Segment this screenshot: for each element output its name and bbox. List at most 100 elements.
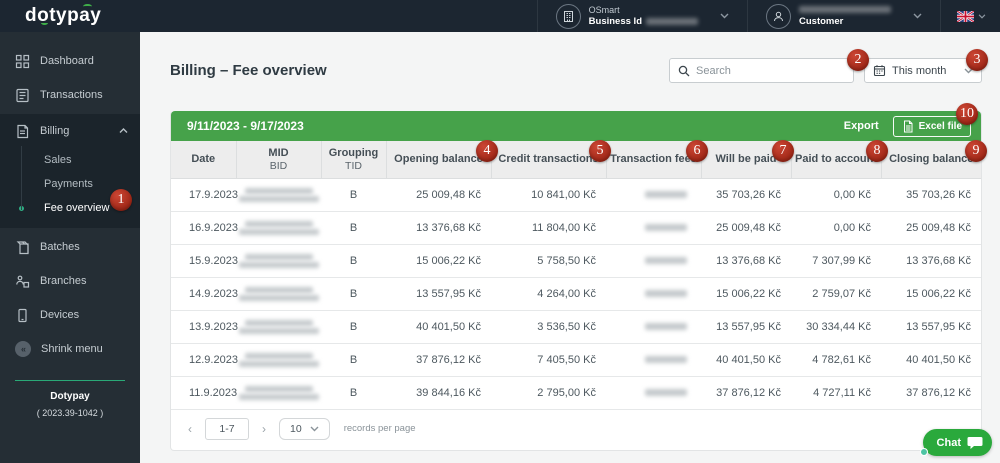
redacted-transaction-fees xyxy=(645,355,687,363)
sidebar-item-batches[interactable]: Batches xyxy=(0,230,140,264)
table-row[interactable]: 13.9.2023 B 40 401,50 Kč 3 536,50 Kč 13 557,… xyxy=(171,310,981,344)
table-row[interactable]: 17.9.2023 B 25 009,48 Kč 10 841,00 Kč 35 703… xyxy=(171,178,981,212)
cell-closing-balance: 13 376,68 Kč xyxy=(881,244,981,278)
search-box xyxy=(669,58,854,83)
cell-paid-to-account: 4 727,11 Kč xyxy=(791,376,881,410)
cell-date: 12.9.2023 xyxy=(171,343,238,377)
next-page-button[interactable]: › xyxy=(257,422,271,436)
cell-mid-bid xyxy=(236,343,321,377)
som-badge-8: 8 xyxy=(866,140,888,162)
table-header-row: Date MID BID Grouping TID Opening balance … xyxy=(171,141,981,179)
logo-green-dot xyxy=(41,21,48,25)
calendar-icon xyxy=(873,64,886,77)
cell-opening-balance: 39 844,16 Kč xyxy=(386,376,491,410)
table-row[interactable]: 16.9.2023 B 13 376,68 Kč 11 804,00 Kč 25 009… xyxy=(171,211,981,245)
sidebar-item-dashboard[interactable]: Dashboard xyxy=(0,44,140,78)
search-input[interactable] xyxy=(696,64,845,77)
excel-file-icon xyxy=(902,120,914,133)
col-mid-bid[interactable]: MID BID xyxy=(236,141,322,179)
cell-mid-bid xyxy=(236,310,321,344)
cell-mid-bid xyxy=(236,376,321,410)
devices-icon xyxy=(18,308,27,322)
cell-opening-balance: 13 557,95 Kč xyxy=(386,277,491,311)
cell-closing-balance: 13 557,95 Kč xyxy=(881,310,981,344)
cell-opening-balance: 13 376,68 Kč xyxy=(386,211,491,245)
cell-mid-bid xyxy=(236,244,321,278)
online-status-dot xyxy=(919,448,928,456)
cell-transaction-fees xyxy=(606,244,701,278)
period-value: This month xyxy=(892,64,947,77)
redacted-mid xyxy=(244,286,313,293)
cell-credit-transactions: 2 795,00 Kč xyxy=(491,376,606,410)
sidebar-item-transactions[interactable]: Transactions xyxy=(0,78,140,112)
cell-opening-balance: 15 006,22 Kč xyxy=(386,244,491,278)
som-badge-4: 4 xyxy=(476,140,498,162)
cell-opening-balance: 37 876,12 Kč xyxy=(386,343,491,377)
cell-paid-to-account: 0,00 Kč xyxy=(791,178,881,212)
col-grouping-tid[interactable]: Grouping TID xyxy=(321,141,387,179)
sidebar-version: ( 2023.39-1042 ) xyxy=(36,408,104,418)
chat-bubble-icon xyxy=(967,436,983,450)
cell-credit-transactions: 4 264,00 Kč xyxy=(491,277,606,311)
export-button[interactable]: Export xyxy=(844,120,879,132)
table-row[interactable]: 12.9.2023 B 37 876,12 Kč 7 405,50 Kč 40 401,… xyxy=(171,343,981,377)
cell-closing-balance: 35 703,26 Kč xyxy=(881,178,981,212)
redacted-mid xyxy=(244,319,313,326)
cell-transaction-fees xyxy=(606,178,701,212)
som-badge-6: 6 xyxy=(686,140,708,162)
redacted-transaction-fees xyxy=(645,289,687,297)
customer-role-label: Customer xyxy=(799,15,844,27)
customer-selector[interactable]: Customer xyxy=(747,0,940,32)
chevron-down-icon xyxy=(978,13,986,19)
chat-button[interactable]: Chat xyxy=(919,429,992,456)
period-select[interactable]: This month xyxy=(864,58,982,83)
cell-closing-balance: 37 876,12 Kč xyxy=(881,376,981,410)
sidebar-item-branches[interactable]: Branches xyxy=(0,264,140,298)
redacted-mid xyxy=(244,352,313,359)
cell-paid-to-account: 0,00 Kč xyxy=(791,211,881,245)
sidebar-item-sales[interactable]: Sales xyxy=(0,148,140,172)
sidebar-brand: Dotypay xyxy=(50,391,90,402)
cell-credit-transactions: 5 758,50 Kč xyxy=(491,244,606,278)
cell-date: 11.9.2023 xyxy=(171,376,237,410)
sidebar-item-billing[interactable]: Billing xyxy=(0,114,140,148)
cell-grouping: B xyxy=(321,277,386,311)
redacted-mid xyxy=(244,220,313,227)
col-date[interactable]: Date xyxy=(171,141,237,179)
cell-credit-transactions: 11 804,00 Kč xyxy=(491,211,606,245)
cell-grouping: B xyxy=(321,310,386,344)
cell-opening-balance: 40 401,50 Kč xyxy=(386,310,491,344)
table-row[interactable]: 11.9.2023 B 39 844,16 Kč 2 795,00 Kč 37 876,… xyxy=(171,376,981,410)
table-row[interactable]: 15.9.2023 B 15 006,22 Kč 5 758,50 Kč 13 376,… xyxy=(171,244,981,278)
building-icon xyxy=(555,3,581,29)
cell-paid-to-account: 7 307,99 Kč xyxy=(791,244,881,278)
col-opening-balance[interactable]: Opening balance xyxy=(386,141,492,179)
business-selector[interactable]: OSmart Business Id xyxy=(536,0,747,32)
sidebar-item-devices[interactable]: Devices xyxy=(0,298,140,332)
logo-green-arc xyxy=(83,4,93,9)
cell-mid-bid xyxy=(236,178,321,212)
sidebar-navigation: Dashboard Transactions Billing Sales Pay… xyxy=(0,32,140,463)
page-size-select[interactable]: 10 xyxy=(279,417,330,440)
fee-overview-card: 9/11/2023 - 9/17/2023 Export Excel file … xyxy=(170,111,982,451)
cell-credit-transactions: 3 536,50 Kč xyxy=(491,310,606,344)
som-badge-10: 10 xyxy=(956,103,978,125)
cell-will-be-paid: 13 376,68 Kč xyxy=(701,244,791,278)
chevron-down-icon xyxy=(720,13,729,19)
dotypay-logo[interactable]: dotypay xyxy=(25,4,101,27)
language-selector[interactable] xyxy=(940,0,1000,32)
billing-icon xyxy=(17,124,29,138)
redacted-transaction-fees xyxy=(645,223,687,231)
cell-credit-transactions: 7 405,50 Kč xyxy=(491,343,606,377)
table-row[interactable]: 14.9.2023 B 13 557,95 Kč 4 264,00 Kč 15 006,… xyxy=(171,277,981,311)
redacted-transaction-fees xyxy=(645,322,687,330)
sidebar-item-shrink-menu[interactable]: « Shrink menu xyxy=(0,332,140,366)
cell-grouping: B xyxy=(321,343,386,377)
prev-page-button[interactable]: ‹ xyxy=(183,422,197,436)
redacted-mid xyxy=(244,385,313,392)
redacted-bid xyxy=(238,327,319,334)
cell-transaction-fees xyxy=(606,343,701,377)
page-title: Billing – Fee overview xyxy=(170,62,327,79)
cell-will-be-paid: 13 557,95 Kč xyxy=(701,310,791,344)
cell-transaction-fees xyxy=(606,277,701,311)
